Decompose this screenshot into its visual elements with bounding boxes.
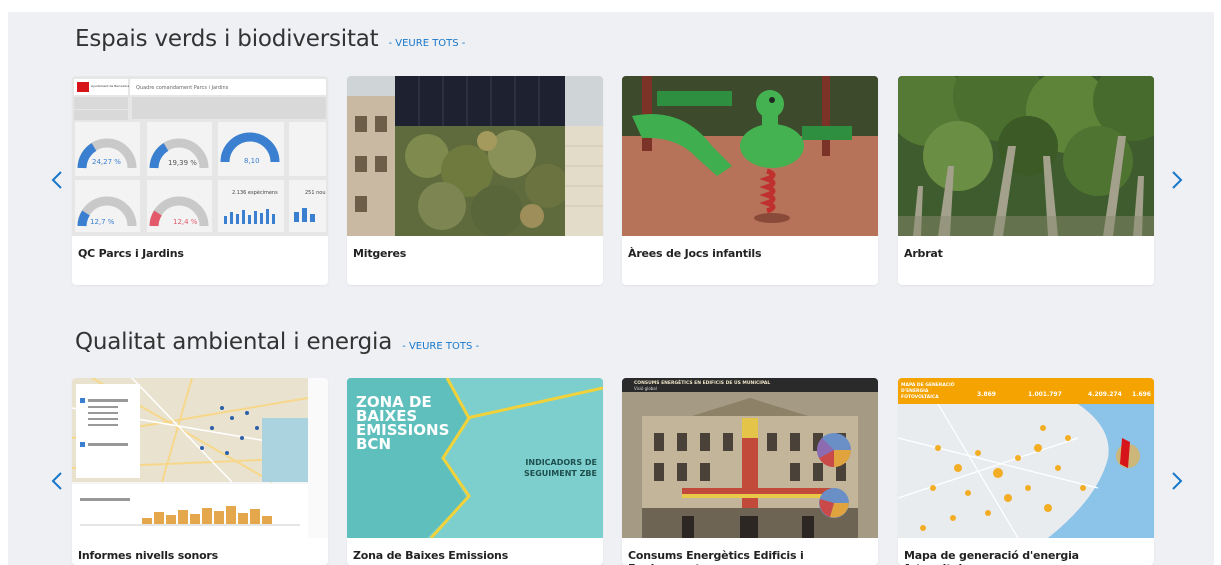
card-zbe[interactable]: ZONA DE BAIXES EMISSIONS BCN INDICADORS … xyxy=(347,378,603,565)
svg-text:3.869: 3.869 xyxy=(977,391,996,398)
card-title: Mapa de generació d'energia fotovoltaica xyxy=(904,549,1079,565)
carousel-next-button[interactable] xyxy=(1168,469,1186,493)
zbe-thumbnail: ZONA DE BAIXES EMISSIONS BCN INDICADORS … xyxy=(347,378,603,538)
svg-text:D'ENERGIA: D'ENERGIA xyxy=(901,388,929,394)
svg-text:Quadre comandament Parcs i Jar: Quadre comandament Parcs i Jardins xyxy=(136,85,229,91)
card-arbrat[interactable]: Arbrat xyxy=(898,76,1154,285)
zbe-subtitle: INDICADORS DE SEGUIMENT ZBE xyxy=(524,458,597,478)
svg-text:2.136 espècimens: 2.136 espècimens xyxy=(232,189,278,196)
card-title: Informes nivells sonors xyxy=(78,549,219,562)
see-all-link[interactable]: - VEURE TOTS - xyxy=(402,341,479,352)
section-title: Espais verds i biodiversitat xyxy=(75,26,379,52)
zbe-title: ZONA DE BAIXES EMISSIONS BCN xyxy=(356,393,450,453)
svg-text:19,39 %: 19,39 % xyxy=(168,159,197,167)
chevron-right-icon xyxy=(1172,472,1183,490)
section-header: Espais verds i biodiversitat - VEURE TOT… xyxy=(75,26,465,52)
card-title: QC Parcs i Jardins xyxy=(78,247,184,260)
card-mitgeres[interactable]: Mitgeres xyxy=(347,76,603,285)
svg-text:12,4 %: 12,4 % xyxy=(173,218,198,226)
see-all-link[interactable]: - VEURE TOTS - xyxy=(388,38,465,49)
svg-text:24,27 %: 24,27 % xyxy=(92,158,121,166)
card-qc-parcs[interactable]: 24,27 % 19,39 % 8,10 12,7 % 12,4 % 2.136… xyxy=(72,76,328,285)
chevron-right-icon xyxy=(1172,171,1183,189)
card-title: Zona de Baixes Emissions xyxy=(353,549,509,562)
svg-text:MAPA DE GENERACIÓ: MAPA DE GENERACIÓ xyxy=(901,381,955,388)
svg-text:1.696: 1.696 xyxy=(1132,391,1151,398)
svg-text:251 nou: 251 nou xyxy=(305,190,326,196)
card-title: Arbrat xyxy=(904,247,943,260)
trees-image xyxy=(898,76,1154,236)
svg-text:1.001.797: 1.001.797 xyxy=(1028,391,1062,398)
card-nivells-sonors[interactable]: Informes nivells sonors xyxy=(72,378,328,565)
card-fotovoltaica[interactable]: MAPA DE GENERACIÓ D'ENERGIA FOTOVOLTAICA… xyxy=(898,378,1154,565)
carousel-next-button[interactable] xyxy=(1168,168,1186,192)
svg-text:Ajuntament de Barcelona: Ajuntament de Barcelona xyxy=(91,84,129,88)
svg-text:FOTOVOLTAICA: FOTOVOLTAICA xyxy=(901,394,939,400)
noise-map-thumbnail xyxy=(72,378,328,538)
carousel-prev-button[interactable] xyxy=(48,469,66,493)
building-energy-thumbnail: CONSUMS ENERGÈTICS EN EDIFICIS DE ÚS MUN… xyxy=(622,378,878,538)
card-title: Mitgeres xyxy=(353,247,407,260)
green-wall-image xyxy=(347,76,603,236)
section-title: Qualitat ambiental i energia xyxy=(75,329,393,355)
card-title: Àrees de Jocs infantils xyxy=(628,247,762,260)
playground-image xyxy=(622,76,878,236)
card-consums-energetics[interactable]: CONSUMS ENERGÈTICS EN EDIFICIS DE ÚS MUN… xyxy=(622,378,878,565)
carousel-prev-button[interactable] xyxy=(48,168,66,192)
svg-text:12,7 %: 12,7 % xyxy=(90,218,115,226)
svg-text:Visió global: Visió global xyxy=(634,386,657,391)
dashboard-thumbnail: 24,27 % 19,39 % 8,10 12,7 % 12,4 % 2.136… xyxy=(72,76,328,236)
card-title: Consums Energètics Edificis i Equipament… xyxy=(628,549,804,565)
chevron-left-icon xyxy=(51,472,62,490)
card-jocs-infantils[interactable]: Àrees de Jocs infantils xyxy=(622,76,878,285)
solar-map-thumbnail: MAPA DE GENERACIÓ D'ENERGIA FOTOVOLTAICA… xyxy=(898,378,1154,538)
section-header: Qualitat ambiental i energia - VEURE TOT… xyxy=(75,329,479,355)
chevron-left-icon xyxy=(51,171,62,189)
svg-text:4.209.274: 4.209.274 xyxy=(1088,391,1122,398)
svg-text:8,10: 8,10 xyxy=(244,157,260,165)
